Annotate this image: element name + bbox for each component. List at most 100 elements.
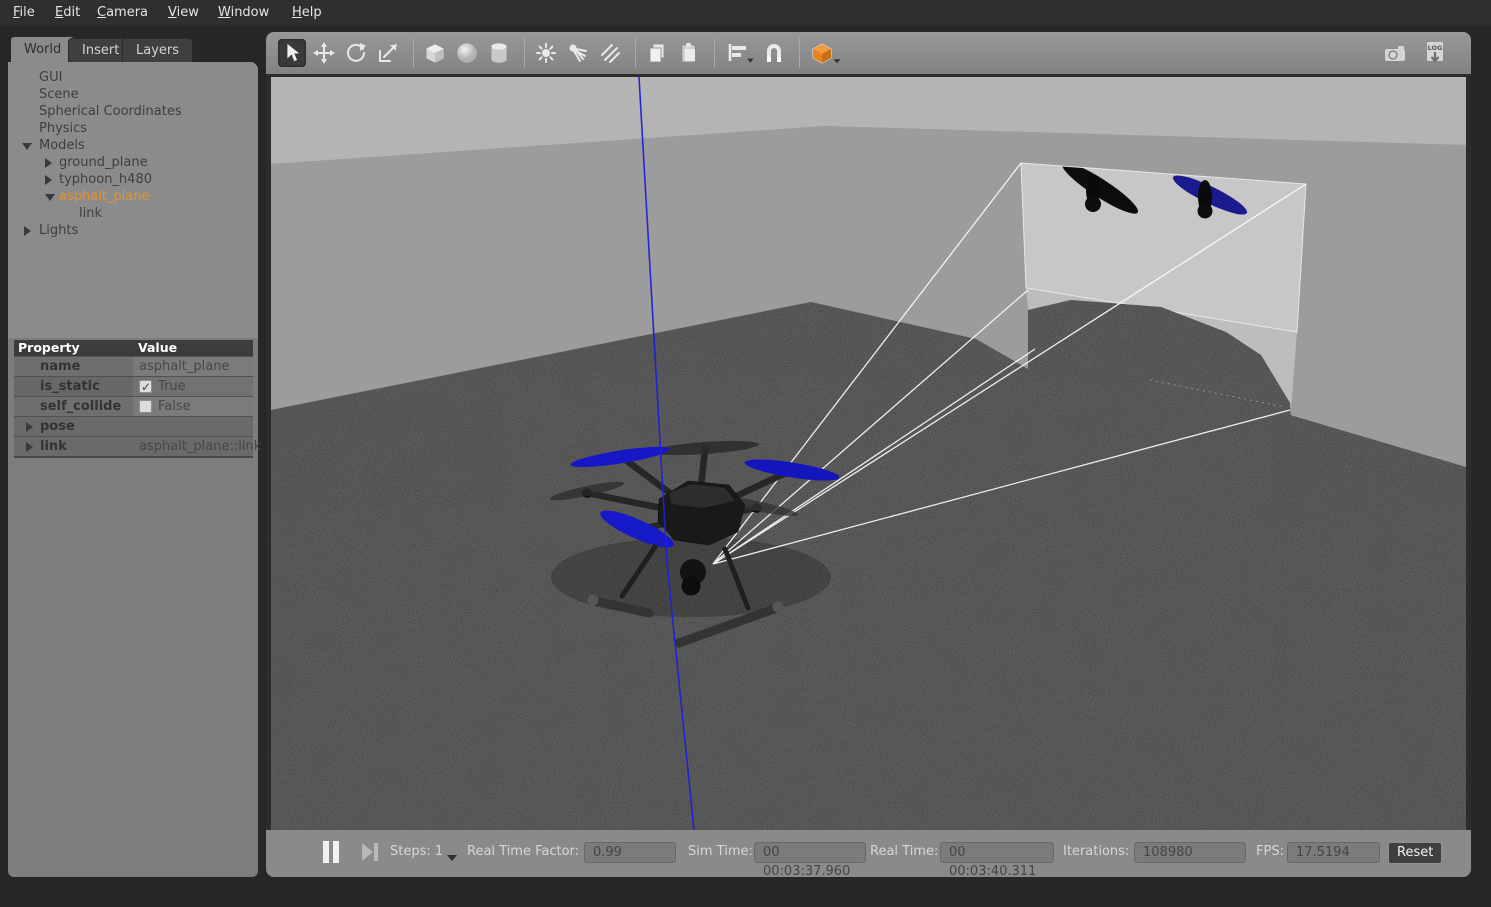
fps-field[interactable]: 17.5194 (1287, 842, 1380, 863)
collapse-arrow-icon[interactable] (45, 175, 52, 185)
gazebo-window: File Edit Camera View Window Help World … (0, 0, 1491, 907)
spot-light-icon (566, 41, 590, 65)
tree-item-scene[interactable]: Scene (8, 86, 258, 103)
toolbar-separator (413, 38, 414, 68)
directional-light-button[interactable] (596, 39, 624, 67)
menu-file[interactable]: File (13, 0, 35, 26)
menu-edit[interactable]: Edit (55, 0, 80, 26)
screenshot-button[interactable] (1381, 39, 1409, 67)
collapse-arrow-icon[interactable] (26, 442, 33, 452)
point-light-icon (534, 41, 558, 65)
sim-time-field[interactable]: 00 00:03:37.960 (754, 842, 866, 863)
property-row-self-collide[interactable]: self_collide False (14, 396, 253, 416)
menu-camera[interactable]: Camera (97, 0, 148, 26)
menu-bar: File Edit Camera View Window Help (0, 0, 1491, 26)
pause-button[interactable] (323, 841, 345, 863)
self-collide-checkbox[interactable] (139, 400, 152, 413)
viewport-panel: LOG (266, 32, 1471, 877)
property-row-name[interactable]: name asphalt_plane (14, 356, 253, 376)
tree-item-ground-plane[interactable]: ground_plane (8, 154, 258, 171)
camera-icon (1382, 41, 1408, 65)
property-table-header: Property Value (14, 340, 253, 356)
3d-viewport[interactable] (271, 77, 1466, 830)
tree-item-asphalt-plane[interactable]: asphalt_plane (8, 188, 258, 205)
scale-tool-button[interactable] (374, 39, 402, 67)
sphere-icon (454, 40, 480, 66)
real-time-field[interactable]: 00 00:03:40.311 (940, 842, 1054, 863)
rotate-icon (344, 41, 368, 65)
toolbar-separator (524, 38, 525, 68)
svg-text:LOG: LOG (1428, 44, 1443, 52)
tree-item-lights[interactable]: Lights (8, 222, 258, 239)
directional-light-icon (598, 41, 622, 65)
menu-view[interactable]: View (168, 0, 199, 26)
expand-arrow-icon[interactable] (22, 143, 32, 150)
step-button[interactable] (362, 842, 380, 862)
rotate-tool-button[interactable] (342, 39, 370, 67)
3d-scene (271, 77, 1466, 830)
tab-world[interactable]: World (10, 36, 75, 62)
snap-tool-button[interactable] (760, 39, 788, 67)
spot-light-button[interactable] (564, 39, 592, 67)
magnet-icon (762, 41, 786, 65)
skid-cap (773, 602, 784, 613)
scene-tree: GUI Scene Spherical Coordinates Physics … (8, 62, 258, 338)
select-tool-button[interactable] (278, 39, 306, 67)
property-row-link[interactable]: link asphalt_plane::link (14, 436, 253, 456)
paste-button[interactable] (675, 39, 703, 67)
insert-cylinder-button[interactable] (485, 39, 513, 67)
view-angle-button[interactable] (807, 39, 843, 67)
tree-item-spherical-coordinates[interactable]: Spherical Coordinates (8, 103, 258, 120)
copy-button[interactable] (643, 39, 671, 67)
insert-sphere-button[interactable] (453, 39, 481, 67)
tree-item-link[interactable]: link (8, 205, 258, 222)
iterations-field[interactable]: 108980 (1134, 842, 1246, 863)
menu-help[interactable]: Help (292, 0, 322, 26)
world-panel-body: GUI Scene Spherical Coordinates Physics … (8, 62, 258, 877)
real-time-label: Real Time: (870, 844, 938, 859)
sim-time-label: Sim Time: (688, 844, 753, 859)
log-record-button[interactable]: LOG (1421, 39, 1449, 67)
toolbar-separator (799, 38, 800, 68)
toolbar-separator (635, 38, 636, 68)
collapse-arrow-icon[interactable] (26, 422, 33, 432)
simulation-playbar: Steps: 1 Real Time Factor: 0.99 Sim Time… (266, 830, 1471, 877)
world-panel: World Insert Layers GUI Scene Spherical … (8, 36, 258, 877)
expand-arrow-icon[interactable] (45, 194, 55, 201)
rtf-field[interactable]: 0.99 (584, 842, 676, 863)
is-static-checkbox[interactable] (139, 380, 152, 393)
steps-spinner-caret[interactable] (447, 855, 457, 861)
tree-item-models[interactable]: Models (8, 137, 258, 154)
tree-item-physics[interactable]: Physics (8, 120, 258, 137)
collapse-arrow-icon[interactable] (45, 158, 52, 168)
property-row-pose[interactable]: pose (14, 416, 253, 436)
menu-window[interactable]: Window (218, 0, 269, 26)
toolbar-separator (714, 38, 715, 68)
gazebo-toolbar: LOG (266, 32, 1471, 74)
iterations-label: Iterations: (1063, 844, 1129, 859)
box-icon (422, 40, 448, 66)
translate-icon (312, 41, 336, 65)
align-tool-button[interactable] (722, 39, 756, 67)
view-cube-icon (809, 40, 841, 66)
insert-box-button[interactable] (421, 39, 449, 67)
select-arrow-icon (281, 42, 303, 64)
copy-icon (645, 41, 669, 65)
reset-button[interactable]: Reset (1388, 842, 1442, 864)
tree-item-gui[interactable]: GUI (8, 69, 258, 86)
log-icon: LOG (1423, 40, 1447, 66)
point-light-button[interactable] (532, 39, 560, 67)
fps-label: FPS: (1256, 844, 1284, 859)
tree-item-typhoon-h480[interactable]: typhoon_h480 (8, 171, 258, 188)
rtf-label: Real Time Factor: (467, 844, 579, 859)
property-row-is-static[interactable]: is_static True (14, 376, 253, 396)
property-table: Property Value name asphalt_plane is_sta… (14, 340, 253, 458)
paste-icon (677, 41, 701, 65)
align-icon (724, 41, 754, 65)
tab-layers[interactable]: Layers (122, 38, 193, 62)
collapse-arrow-icon[interactable] (24, 226, 31, 236)
scale-icon (376, 41, 400, 65)
steps-label: Steps: 1 (390, 844, 443, 859)
cylinder-icon (486, 40, 512, 66)
translate-tool-button[interactable] (310, 39, 338, 67)
